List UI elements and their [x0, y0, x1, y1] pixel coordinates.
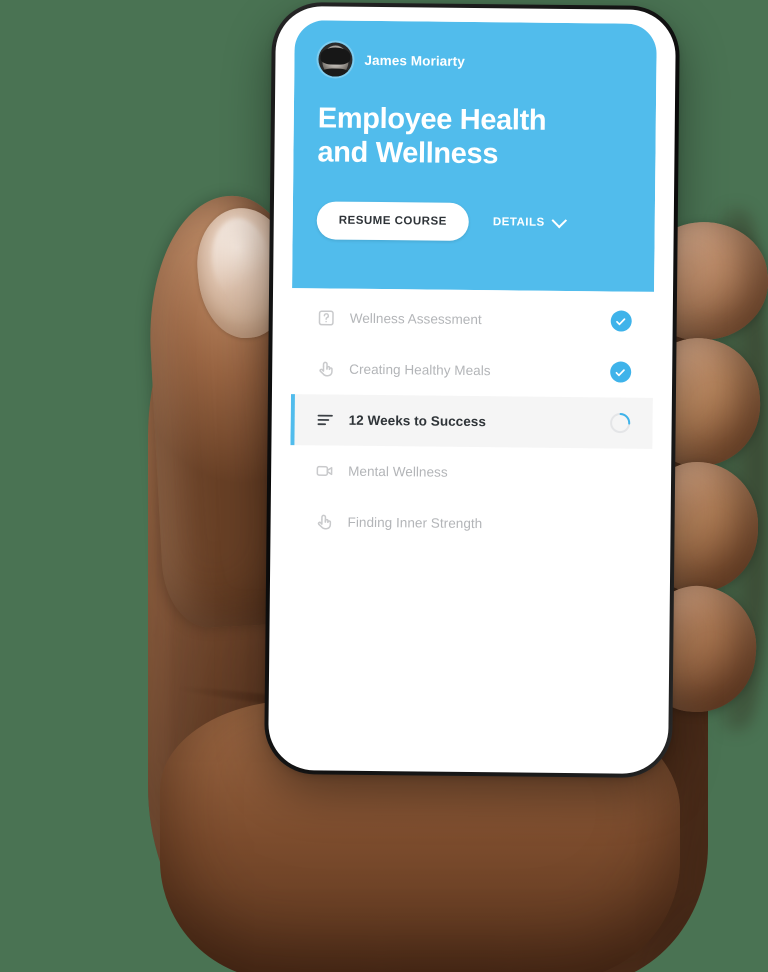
lesson-status-empty: [608, 463, 630, 485]
check-circle-icon: [609, 361, 631, 383]
lesson-label: Mental Wellness: [348, 463, 448, 480]
phone-screen: James Moriarty Employee Health and Welln…: [287, 20, 657, 760]
progress-ring-icon: [609, 412, 631, 434]
text-lines-icon: [315, 410, 335, 430]
lesson-row[interactable]: Mental Wellness: [290, 445, 653, 500]
user-name: James Moriarty: [364, 52, 465, 69]
avatar[interactable]: [318, 42, 353, 77]
video-camera-icon: [314, 461, 334, 481]
header-actions: RESUME COURSE DETAILS: [316, 201, 631, 243]
details-button[interactable]: DETAILS: [491, 212, 568, 233]
lesson-row[interactable]: Wellness Assessment: [291, 292, 654, 347]
resume-course-button[interactable]: RESUME COURSE: [316, 201, 470, 242]
lesson-row[interactable]: Finding Inner Strength: [289, 496, 652, 551]
tap-hand-icon: [315, 359, 335, 379]
avatar-shoulders: [320, 68, 351, 77]
quiz-question-icon: [316, 308, 336, 328]
course-header: James Moriarty Employee Health and Welln…: [292, 20, 657, 292]
lesson-row[interactable]: Creating Healthy Meals: [291, 343, 654, 398]
lesson-list: Wellness Assessment Creating Healthy Meal…: [289, 288, 655, 551]
lesson-label: Finding Inner Strength: [347, 514, 483, 532]
tap-hand-icon: [314, 512, 334, 532]
details-label: DETAILS: [492, 216, 545, 230]
page-title: Employee Health and Wellness: [317, 102, 547, 170]
scene: James Moriarty Employee Health and Welln…: [0, 0, 768, 972]
lesson-label: 12 Weeks to Success: [348, 412, 487, 430]
check-circle-icon: [610, 310, 632, 332]
check-circle-icon: [610, 310, 632, 332]
chevron-down-icon: [551, 212, 568, 229]
lesson-label: Creating Healthy Meals: [349, 361, 491, 379]
lesson-status-empty: [607, 514, 629, 536]
smartphone: James Moriarty Employee Health and Welln…: [263, 1, 681, 779]
lesson-label: Wellness Assessment: [349, 310, 482, 328]
user-row[interactable]: James Moriarty: [318, 42, 632, 79]
avatar-hair: [320, 47, 351, 65]
check-circle-icon: [609, 361, 631, 383]
lesson-row[interactable]: 12 Weeks to Success: [290, 394, 653, 449]
